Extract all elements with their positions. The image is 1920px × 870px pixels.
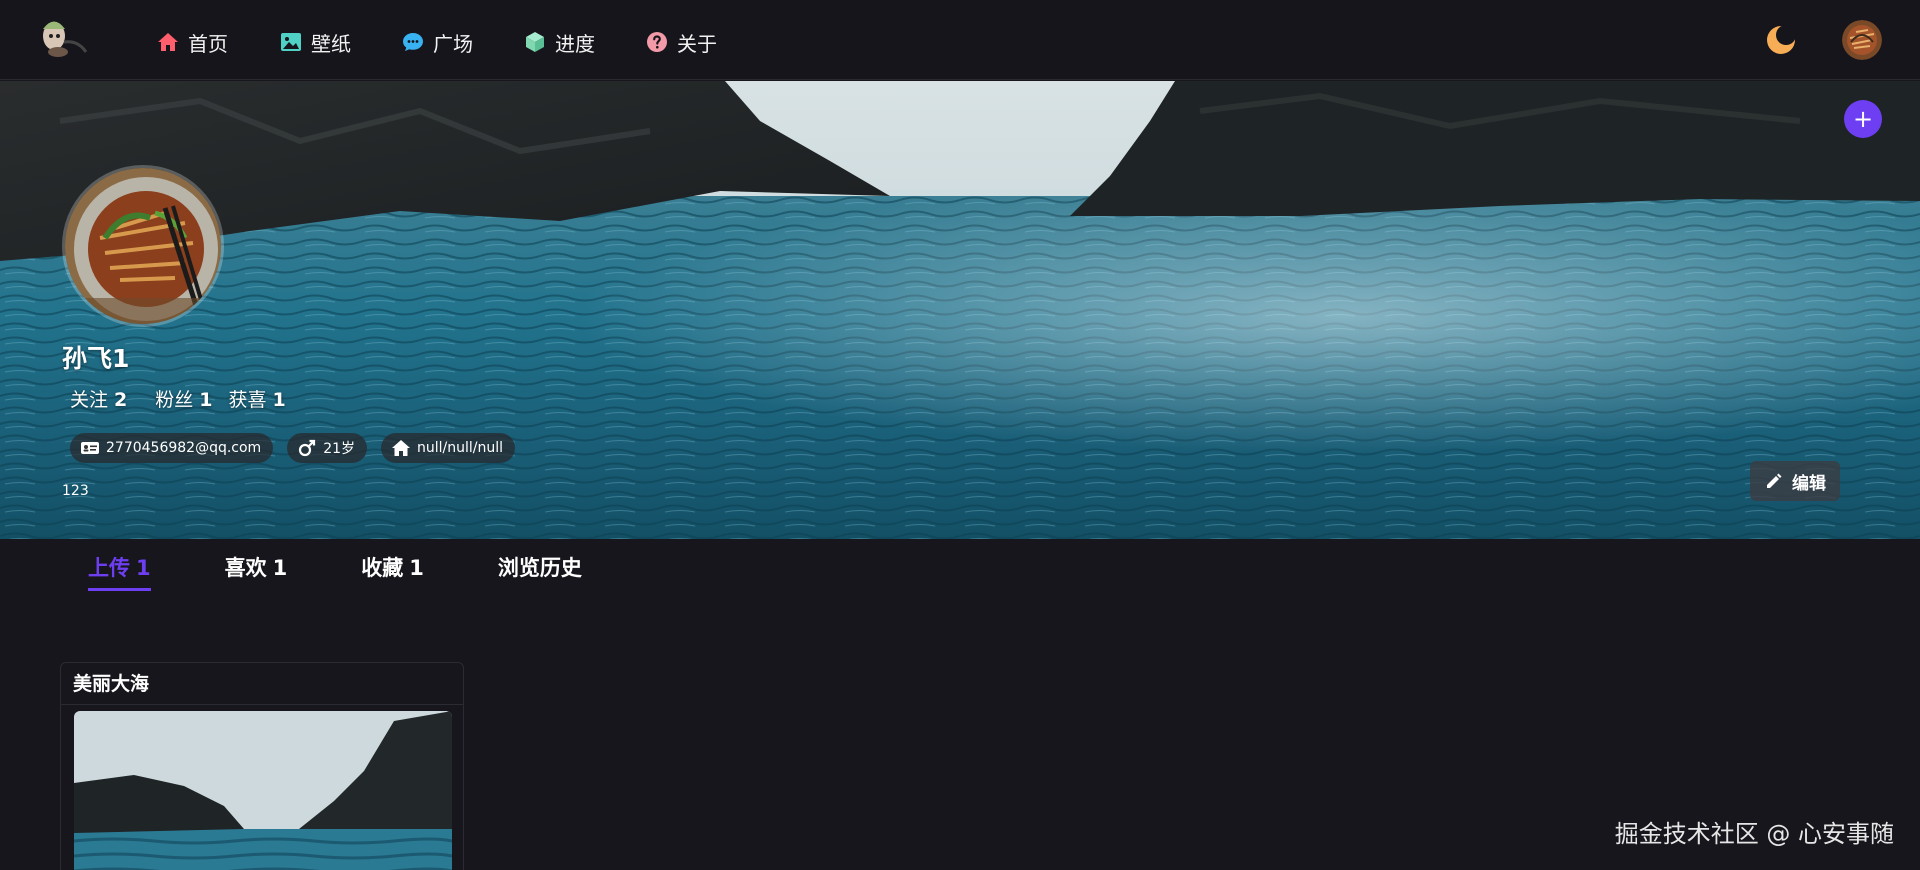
stat-following[interactable]: 关注 2 [70,385,127,412]
top-navbar: 首页 壁纸 广场 进度 关于 [0,0,1920,80]
cube-icon [526,32,544,52]
watermark: 掘金技术社区 @ 心安事随 [1614,820,1894,848]
profile-tabs: 上传 1 喜欢 1 收藏 1 浏览历史 [88,552,582,591]
email-pill: 2770456982@qq.com [70,433,274,463]
male-icon [299,439,316,457]
nav-item-label: 广场 [433,31,473,56]
nav-item-square[interactable]: 广场 [401,24,473,60]
profile-name: 孙飞1 [62,344,130,373]
tab-likes[interactable]: 喜欢 1 [225,552,288,591]
tab-favorites[interactable]: 收藏 1 [361,552,424,591]
banner-sea-image [0,81,1920,539]
nav-item-label: 关于 [677,31,717,56]
home-icon [392,440,411,456]
image-icon [281,33,301,51]
app-logo[interactable] [34,12,90,64]
pencil-icon [1767,473,1782,488]
question-icon [647,32,667,52]
nav-item-progress[interactable]: 进度 [523,24,595,60]
id-card-icon [81,442,99,454]
profile-bio: 123 [62,483,89,499]
nav-item-label: 首页 [188,31,228,56]
tab-uploads[interactable]: 上传 1 [88,552,151,591]
profile-info-pills: 2770456982@qq.com 21岁 null/null/null [70,433,516,463]
stat-likes: 获喜 1 [228,389,286,411]
nav-item-home[interactable]: 首页 [156,24,228,60]
nav-item-label: 进度 [555,31,595,56]
profile-avatar[interactable] [62,165,224,327]
tab-history[interactable]: 浏览历史 [498,552,582,591]
card-thumbnail[interactable] [74,711,452,870]
user-avatar[interactable] [1842,20,1882,60]
theme-toggle-button[interactable] [1766,25,1796,55]
stat-followers[interactable]: 粉丝 1 [155,385,212,412]
nav-item-about[interactable]: 关于 [645,24,717,60]
nav-item-label: 壁纸 [311,31,351,56]
chat-icon [403,33,423,51]
card-title: 美丽大海 [61,663,463,705]
home-icon [158,33,178,51]
wallpaper-card[interactable]: 美丽大海 [60,662,464,870]
add-button[interactable]: + [1844,100,1882,138]
moon-icon [1767,25,1796,54]
profile-banner: + 孙飞1 关注 2 粉丝 1 获喜 1 2770456982@qq.com 21岁 [0,81,1920,539]
location-pill: null/null/null [381,433,516,463]
edit-profile-button[interactable]: 编辑 [1750,461,1840,501]
profile-stats: 关注 2 粉丝 1 获喜 1 [70,385,286,412]
age-pill: 21岁 [287,433,368,463]
nav-item-wallpaper[interactable]: 壁纸 [279,24,351,60]
